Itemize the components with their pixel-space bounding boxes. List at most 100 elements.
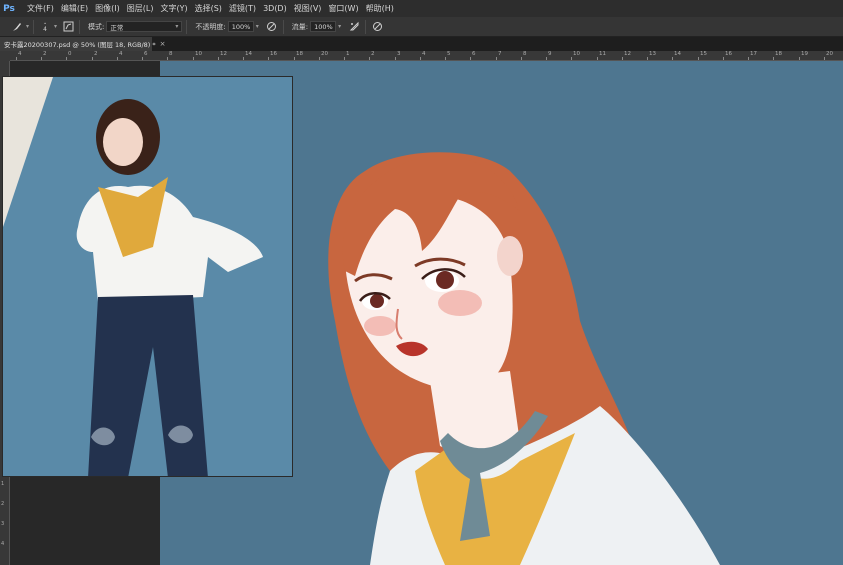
ruler-tick-label: 17 xyxy=(750,51,757,57)
ruler-tick-label: 10 xyxy=(573,51,580,57)
ruler-tick-label: 4 xyxy=(422,51,426,57)
ruler-tick xyxy=(41,57,42,60)
ruler-corner[interactable] xyxy=(0,51,10,61)
options-bar: ▾ • 4 ▾ 模式: 正常 ▾ 不透明度: 100% ▾ 流量: 100% ▾ xyxy=(0,17,843,37)
menu-bar: Ps 文件(F) 编辑(E) 图像(I) 图层(L) 文字(Y) 选择(S) 滤… xyxy=(0,0,843,17)
ruler-tick-label: 12 xyxy=(624,51,631,57)
ruler-tick-label: 20 xyxy=(321,51,328,57)
ear xyxy=(497,236,523,276)
menu-layer[interactable]: 图层(L) xyxy=(127,3,154,14)
ruler-tick xyxy=(66,57,67,60)
menu-help[interactable]: 帮助(H) xyxy=(366,3,394,14)
menu-file[interactable]: 文件(F) xyxy=(27,3,54,14)
right-blush xyxy=(438,290,482,316)
ruler-tick-label: 3 xyxy=(1,521,5,527)
ruler-tick-label: 10 xyxy=(195,51,202,57)
ruler-tick-label: 16 xyxy=(725,51,732,57)
ruler-tick xyxy=(521,57,522,60)
divider xyxy=(282,19,284,34)
menu-image[interactable]: 图像(I) xyxy=(95,3,120,14)
ruler-tick xyxy=(369,57,370,60)
divider xyxy=(79,19,81,34)
mode-select[interactable]: 正常 ▾ xyxy=(106,21,183,32)
ruler-tick-label: 4 xyxy=(1,541,5,547)
brush-size-picker[interactable]: • 4 xyxy=(38,21,52,33)
ruler-tick xyxy=(268,57,269,60)
ruler-tick-label: 7 xyxy=(498,51,502,57)
document-tab-title: 安卡露20200307.psd @ 50% (图层 18, RGB/8) * xyxy=(4,41,156,49)
ruler-tick xyxy=(496,57,497,60)
ruler-tick-label: 0 xyxy=(68,51,72,57)
ruler-tick xyxy=(672,57,673,60)
chevron-down-icon: ▾ xyxy=(175,23,179,30)
ruler-top[interactable]: 4 2 0 2 4 6 8 10 12 14 16 18 20 1 2 3 4 5 6 7 8 9 10 11 12 13 14 15… xyxy=(10,51,843,61)
pressure-size-icon[interactable] xyxy=(370,20,384,34)
pressure-opacity-icon[interactable] xyxy=(265,20,279,34)
ruler-tick xyxy=(723,57,724,60)
divider xyxy=(33,19,35,34)
ruler-tick-label: 2 xyxy=(1,501,5,507)
flow-dropdown[interactable]: ▾ xyxy=(338,23,341,30)
close-icon[interactable]: × xyxy=(160,40,166,48)
ruler-tick xyxy=(571,57,572,60)
ruler-tick xyxy=(470,57,471,60)
brush-size-value: 4 xyxy=(43,25,47,33)
flow-value: 100% xyxy=(314,22,333,31)
divider xyxy=(186,19,188,34)
tool-preset-dropdown[interactable]: ▾ xyxy=(26,23,29,30)
ruler-tick-label: 1 xyxy=(1,481,5,487)
reference-photo[interactable] xyxy=(2,76,293,477)
ruler-tick xyxy=(142,57,143,60)
ruler-tick-label: 2 xyxy=(43,51,47,57)
ruler-tick xyxy=(773,57,774,60)
brush-size-dropdown[interactable]: ▾ xyxy=(54,23,57,30)
photo-face xyxy=(103,118,143,166)
menu-select[interactable]: 选择(S) xyxy=(195,3,222,14)
ruler-tick xyxy=(117,57,118,60)
ruler-tick-label: 19 xyxy=(801,51,808,57)
opacity-value: 100% xyxy=(231,22,251,31)
ruler-tick xyxy=(16,57,17,60)
ruler-tick-label: 8 xyxy=(169,51,173,57)
ruler-tick xyxy=(824,57,825,60)
ruler-tick xyxy=(420,57,421,60)
menu-filter[interactable]: 滤镜(T) xyxy=(229,3,256,14)
ruler-tick-label: 4 xyxy=(18,51,22,57)
ruler-tick-label: 16 xyxy=(270,51,277,57)
menu-3d[interactable]: 3D(D) xyxy=(263,4,287,13)
document-tab-bar: 安卡露20200307.psd @ 50% (图层 18, RGB/8) * × xyxy=(0,37,843,51)
opacity-dropdown[interactable]: ▾ xyxy=(256,23,259,30)
ruler-tick-label: 12 xyxy=(220,51,227,57)
ruler-tick xyxy=(92,57,93,60)
ruler-tick xyxy=(167,57,168,60)
ruler-tick-label: 18 xyxy=(296,51,303,57)
menu-edit[interactable]: 编辑(E) xyxy=(61,3,88,14)
ruler-tick xyxy=(698,57,699,60)
ruler-tick xyxy=(546,57,547,60)
ruler-tick xyxy=(319,57,320,60)
menu-type[interactable]: 文字(Y) xyxy=(160,3,187,14)
brush-icon[interactable] xyxy=(10,20,24,34)
ruler-tick-label: 5 xyxy=(447,51,451,57)
ruler-tick-label: 3 xyxy=(397,51,401,57)
divider xyxy=(365,19,367,34)
airbrush-icon[interactable] xyxy=(347,20,361,34)
ruler-tick-label: 11 xyxy=(599,51,606,57)
ruler-tick xyxy=(193,57,194,60)
ruler-tick xyxy=(622,57,623,60)
menu-window[interactable]: 窗口(W) xyxy=(328,3,358,14)
flow-input[interactable]: 100% xyxy=(310,21,337,32)
left-iris xyxy=(370,294,384,308)
ruler-tick-label: 14 xyxy=(245,51,252,57)
opacity-input[interactable]: 100% xyxy=(227,21,254,32)
document-tab[interactable]: 安卡露20200307.psd @ 50% (图层 18, RGB/8) * × xyxy=(0,37,166,51)
ruler-tick xyxy=(218,57,219,60)
left-blush xyxy=(364,316,396,336)
ruler-tick-label: 6 xyxy=(472,51,476,57)
reference-photo-image xyxy=(3,77,292,476)
ruler-tick xyxy=(243,57,244,60)
ruler-tick-label: 9 xyxy=(548,51,552,57)
menu-view[interactable]: 视图(V) xyxy=(294,3,322,14)
brush-panel-icon[interactable] xyxy=(61,20,75,34)
photoshop-logo: Ps xyxy=(3,3,15,14)
